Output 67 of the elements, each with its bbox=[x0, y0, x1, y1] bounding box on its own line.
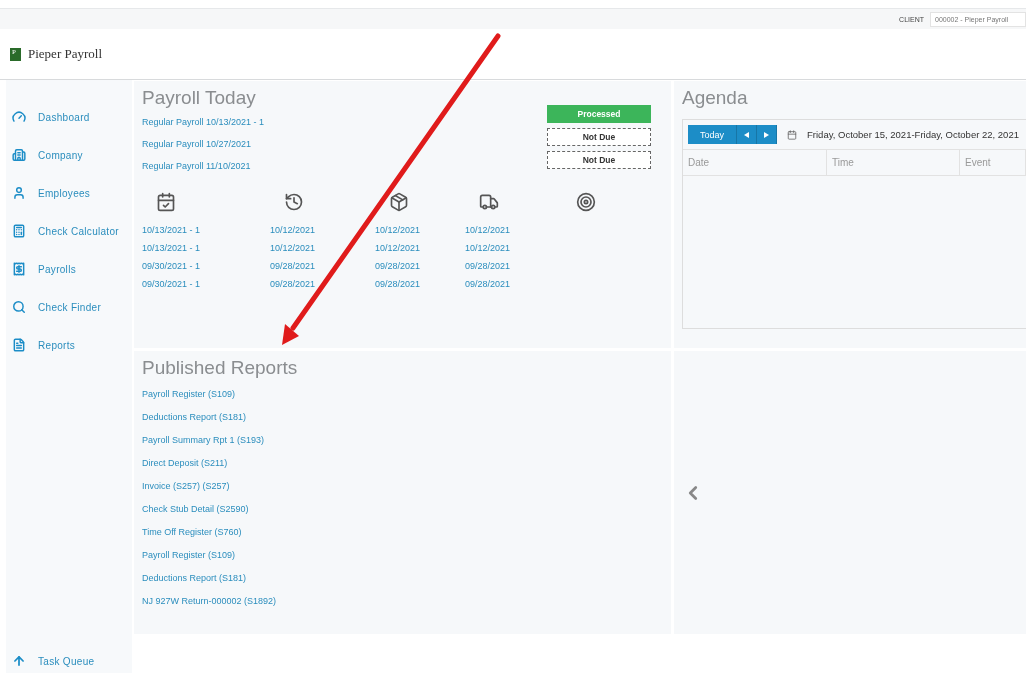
nav-link[interactable]: Employees bbox=[38, 187, 91, 199]
panel-title: Agenda bbox=[682, 87, 749, 109]
next-button[interactable] bbox=[757, 125, 778, 144]
date-link[interactable]: 09/28/2021 bbox=[465, 279, 562, 289]
report-link[interactable]: Deductions Report (S181) bbox=[142, 412, 663, 422]
date-link[interactable]: 10/13/2021 - 1 bbox=[142, 225, 270, 235]
date-link[interactable]: 09/28/2021 bbox=[375, 279, 465, 289]
nav-link[interactable]: Check Calculator bbox=[38, 225, 119, 237]
report-link[interactable]: Direct Deposit (S211) bbox=[142, 458, 663, 468]
date-link[interactable]: 10/12/2021 bbox=[465, 243, 562, 253]
nav-link[interactable]: Dashboard bbox=[38, 111, 90, 123]
caret-right-icon bbox=[764, 131, 770, 138]
column-header: Time bbox=[827, 150, 960, 175]
person-icon[interactable] bbox=[12, 186, 26, 200]
nav-link[interactable]: Payrolls bbox=[38, 263, 76, 275]
panel-title: Published Reports bbox=[142, 357, 299, 379]
column-header: Event bbox=[960, 150, 1026, 175]
date-link[interactable]: 10/12/2021 bbox=[465, 225, 562, 235]
report-link[interactable]: Check Stub Detail (S2590) bbox=[142, 504, 663, 514]
date-range: Friday, October 15, 2021-Friday, October 22, 2021 bbox=[807, 129, 1019, 140]
report-link[interactable]: Invoice (S257) (S257) bbox=[142, 481, 663, 491]
date-link[interactable]: 09/30/2021 - 1 bbox=[142, 279, 270, 289]
date-link[interactable]: 09/30/2021 - 1 bbox=[142, 261, 270, 271]
calculator-icon[interactable] bbox=[12, 224, 26, 238]
payroll-link[interactable]: Regular Payroll 10/13/2021 - 1 bbox=[142, 117, 265, 127]
nav-link[interactable]: Check Finder bbox=[38, 301, 102, 313]
truck-icon[interactable] bbox=[479, 192, 499, 212]
history-icon[interactable] bbox=[284, 192, 304, 212]
brand-name: Pieper Payroll bbox=[28, 46, 102, 62]
payroll-link[interactable]: Regular Payroll 11/10/2021 bbox=[142, 161, 265, 171]
date-link[interactable]: 09/28/2021 bbox=[375, 261, 465, 271]
status-badge: Processed bbox=[547, 105, 651, 123]
date-link[interactable]: 10/12/2021 bbox=[375, 243, 465, 253]
report-link[interactable]: Payroll Register (S109) bbox=[142, 389, 663, 399]
date-link[interactable]: 09/28/2021 bbox=[270, 279, 375, 289]
calendar-icon[interactable] bbox=[156, 192, 176, 212]
date-link[interactable]: 10/13/2021 - 1 bbox=[142, 243, 270, 253]
report-link[interactable]: NJ 927W Return-000002 (S1892) bbox=[142, 596, 663, 606]
calendar-icon bbox=[787, 129, 798, 140]
report-link[interactable]: Payroll Register (S109) bbox=[142, 550, 663, 560]
caret-left-icon bbox=[744, 131, 750, 138]
date-link[interactable]: 09/28/2021 bbox=[465, 261, 562, 271]
date-link[interactable]: 10/12/2021 bbox=[270, 225, 375, 235]
nav-link[interactable]: Task Queue bbox=[38, 655, 95, 667]
date-link[interactable]: 10/12/2021 bbox=[375, 225, 465, 235]
previous-button[interactable] bbox=[737, 125, 758, 144]
report-icon[interactable] bbox=[12, 338, 26, 352]
status-badge: Not Due bbox=[547, 151, 651, 169]
panel-title: Payroll Today bbox=[142, 87, 257, 109]
date-link[interactable]: 10/12/2021 bbox=[270, 243, 375, 253]
payroll-icon[interactable] bbox=[12, 262, 26, 276]
up-arrow-icon[interactable] bbox=[12, 654, 26, 668]
search-icon[interactable] bbox=[12, 300, 26, 314]
today-button[interactable]: Today bbox=[688, 125, 738, 144]
building-icon[interactable] bbox=[12, 148, 26, 162]
box-icon[interactable] bbox=[389, 192, 409, 212]
column-header: Date bbox=[683, 150, 827, 175]
nav-link[interactable]: Company bbox=[38, 149, 83, 161]
date-link[interactable]: 09/28/2021 bbox=[270, 261, 375, 271]
gauge-icon[interactable] bbox=[12, 110, 26, 124]
payroll-link[interactable]: Regular Payroll 10/27/2021 bbox=[142, 139, 265, 149]
target-icon[interactable] bbox=[576, 192, 596, 212]
report-link[interactable]: Payroll Summary Rpt 1 (S193) bbox=[142, 435, 663, 445]
report-link[interactable]: Deductions Report (S181) bbox=[142, 573, 663, 583]
report-link[interactable]: Time Off Register (S760) bbox=[142, 527, 663, 537]
status-badge: Not Due bbox=[547, 128, 651, 146]
nav-link[interactable]: Reports bbox=[38, 339, 76, 351]
